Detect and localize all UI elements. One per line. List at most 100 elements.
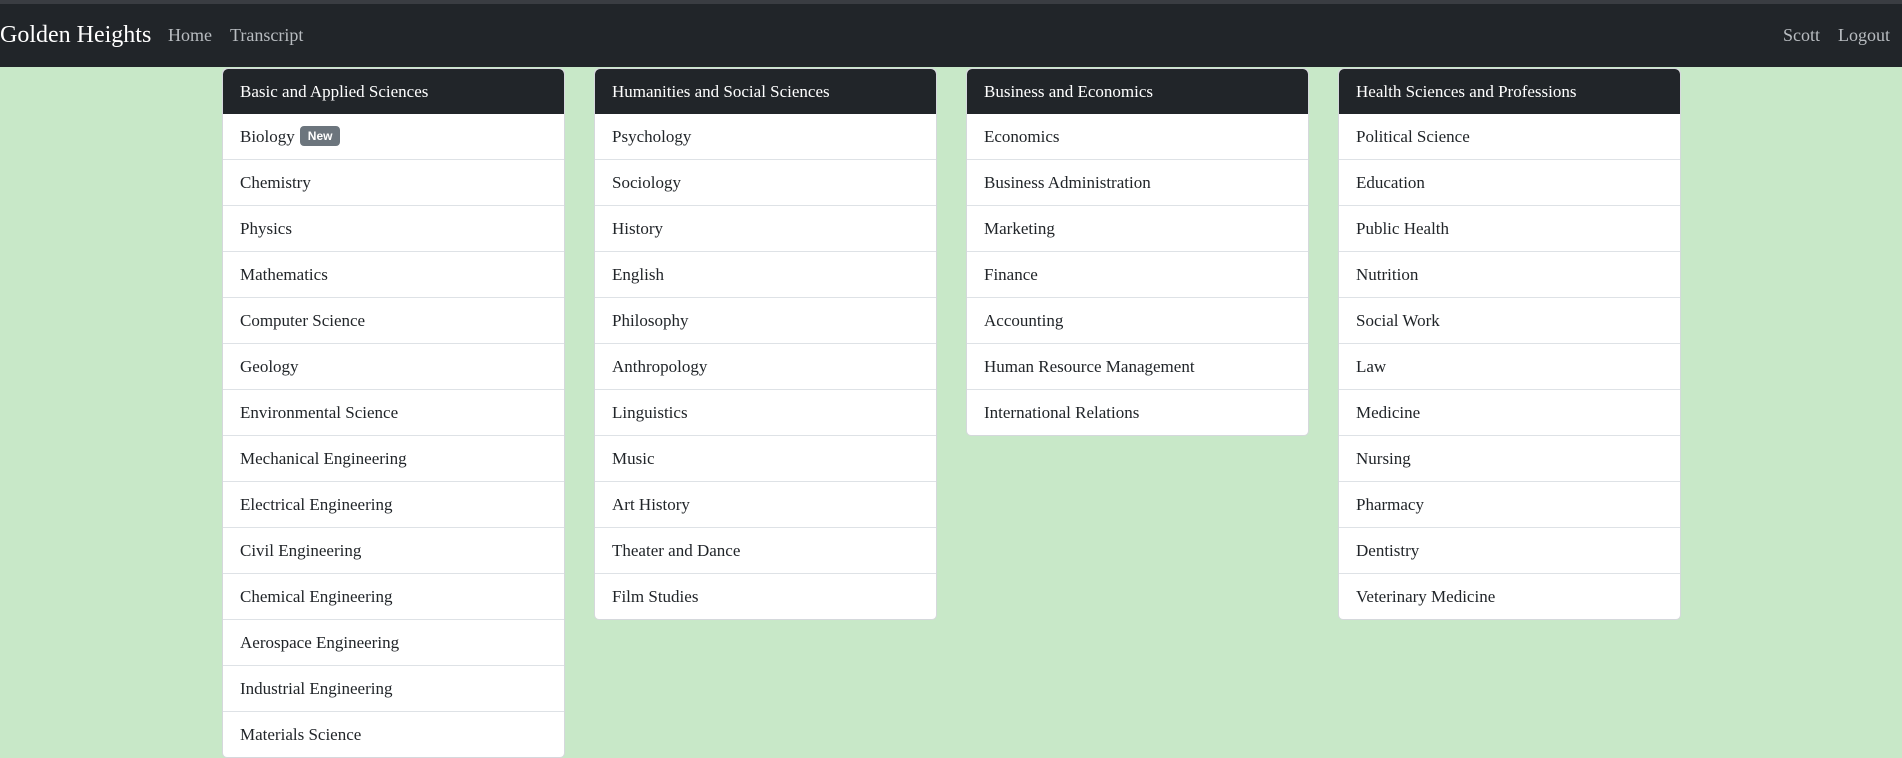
program-item-label: Physics (240, 219, 292, 238)
program-item-label: Biology (240, 127, 295, 146)
category-card-health-sciences-and-professions: Health Sciences and Professions Political… (1338, 68, 1681, 620)
program-item-economics[interactable]: Economics (967, 114, 1308, 159)
category-card-basic-and-applied-sciences: Basic and Applied Sciences Biology New Chem… (222, 68, 565, 758)
program-item-label: Human Resource Management (984, 357, 1195, 376)
program-item-industrial-engineering[interactable]: Industrial Engineering (223, 665, 564, 711)
program-item-label: Film Studies (612, 587, 699, 606)
category-card-header: Health Sciences and Professions (1339, 69, 1680, 114)
program-item-label: Medicine (1356, 403, 1421, 422)
program-item-marketing[interactable]: Marketing (967, 205, 1308, 251)
program-item-psychology[interactable]: Psychology (595, 114, 936, 159)
program-item-label: Mathematics (240, 265, 328, 284)
program-item-nutrition[interactable]: Nutrition (1339, 251, 1680, 297)
nav-home-link[interactable]: Home (168, 25, 212, 46)
program-item-geology[interactable]: Geology (223, 343, 564, 389)
program-item-label: Art History (612, 495, 690, 514)
program-item-materials-science[interactable]: Materials Science (223, 711, 564, 757)
category-card-header: Humanities and Social Sciences (595, 69, 936, 114)
program-item-label: Social Work (1356, 311, 1440, 330)
program-item-label: Materials Science (240, 725, 362, 744)
program-item-label: Veterinary Medicine (1356, 587, 1496, 606)
program-item-education[interactable]: Education (1339, 159, 1680, 205)
program-item-label: Anthropology (612, 357, 708, 376)
program-item-label: Computer Science (240, 311, 366, 330)
program-item-label: Chemistry (240, 173, 311, 192)
program-item-label: Sociology (612, 173, 681, 192)
program-item-electrical-engineering[interactable]: Electrical Engineering (223, 481, 564, 527)
program-item-label: Philosophy (612, 311, 689, 330)
category-card-business-and-economics: Business and Economics Economics Business … (966, 68, 1309, 436)
program-item-chemical-engineering[interactable]: Chemical Engineering (223, 573, 564, 619)
program-item-philosophy[interactable]: Philosophy (595, 297, 936, 343)
program-item-business-administration[interactable]: Business Administration (967, 159, 1308, 205)
program-item-veterinary-medicine[interactable]: Veterinary Medicine (1339, 573, 1680, 619)
program-item-label: Economics (984, 127, 1060, 146)
program-item-theater-and-dance[interactable]: Theater and Dance (595, 527, 936, 573)
program-item-english[interactable]: English (595, 251, 936, 297)
program-item-music[interactable]: Music (595, 435, 936, 481)
program-item-social-work[interactable]: Social Work (1339, 297, 1680, 343)
program-item-label: Accounting (984, 311, 1064, 330)
program-item-dentistry[interactable]: Dentistry (1339, 527, 1680, 573)
nav-transcript-link[interactable]: Transcript (230, 25, 303, 46)
program-item-political-science[interactable]: Political Science (1339, 114, 1680, 159)
program-categories: Basic and Applied Sciences Biology New Chem… (222, 68, 1681, 758)
program-item-aerospace-engineering[interactable]: Aerospace Engineering (223, 619, 564, 665)
program-item-label: Political Science (1356, 127, 1470, 146)
nav-user-area: Scott Logout (1765, 25, 1890, 46)
new-badge: New (299, 126, 341, 146)
program-item-label: Nursing (1356, 449, 1411, 468)
program-item-linguistics[interactable]: Linguistics (595, 389, 936, 435)
program-item-public-health[interactable]: Public Health (1339, 205, 1680, 251)
program-item-label: Finance (984, 265, 1038, 284)
program-item-label: History (612, 219, 663, 238)
program-item-medicine[interactable]: Medicine (1339, 389, 1680, 435)
program-item-label: English (612, 265, 664, 284)
user-name-link[interactable]: Scott (1783, 25, 1820, 46)
program-item-sociology[interactable]: Sociology (595, 159, 936, 205)
category-card-humanities-and-social-sciences: Humanities and Social Sciences Psychology… (594, 68, 937, 620)
program-item-art-history[interactable]: Art History (595, 481, 936, 527)
program-item-label: Civil Engineering (240, 541, 362, 560)
program-item-label: Law (1356, 357, 1387, 376)
brand-link[interactable]: Golden Heights (0, 22, 151, 49)
program-item-mathematics[interactable]: Mathematics (223, 251, 564, 297)
program-item-label: Industrial Engineering (240, 679, 393, 698)
navbar: Golden Heights Home Transcript Scott Log… (0, 4, 1902, 67)
program-item-label: Public Health (1356, 219, 1450, 238)
program-item-biology[interactable]: Biology New (223, 114, 564, 159)
program-item-label: Electrical Engineering (240, 495, 393, 514)
program-item-label: Linguistics (612, 403, 688, 422)
program-item-label: Education (1356, 173, 1425, 192)
program-item-nursing[interactable]: Nursing (1339, 435, 1680, 481)
program-item-international-relations[interactable]: International Relations (967, 389, 1308, 435)
category-card-header: Basic and Applied Sciences (223, 69, 564, 114)
program-item-history[interactable]: History (595, 205, 936, 251)
program-item-computer-science[interactable]: Computer Science (223, 297, 564, 343)
program-item-anthropology[interactable]: Anthropology (595, 343, 936, 389)
program-item-label: Business Administration (984, 173, 1151, 192)
program-item-human-resource-management[interactable]: Human Resource Management (967, 343, 1308, 389)
program-item-film-studies[interactable]: Film Studies (595, 573, 936, 619)
logout-link[interactable]: Logout (1838, 25, 1890, 46)
program-item-label: Chemical Engineering (240, 587, 393, 606)
program-item-label: Dentistry (1356, 541, 1420, 560)
program-item-environmental-science[interactable]: Environmental Science (223, 389, 564, 435)
program-item-accounting[interactable]: Accounting (967, 297, 1308, 343)
program-item-finance[interactable]: Finance (967, 251, 1308, 297)
program-item-mechanical-engineering[interactable]: Mechanical Engineering (223, 435, 564, 481)
program-item-label: Pharmacy (1356, 495, 1424, 514)
program-item-chemistry[interactable]: Chemistry (223, 159, 564, 205)
program-item-pharmacy[interactable]: Pharmacy (1339, 481, 1680, 527)
category-card-header: Business and Economics (967, 69, 1308, 114)
program-item-law[interactable]: Law (1339, 343, 1680, 389)
program-item-label: International Relations (984, 403, 1140, 422)
program-item-label: Geology (240, 357, 299, 376)
program-item-label: Music (612, 449, 655, 468)
program-item-civil-engineering[interactable]: Civil Engineering (223, 527, 564, 573)
program-item-label: Psychology (612, 127, 692, 146)
program-item-label: Environmental Science (240, 403, 399, 422)
program-item-physics[interactable]: Physics (223, 205, 564, 251)
program-item-label: Aerospace Engineering (240, 633, 400, 652)
program-item-label: Mechanical Engineering (240, 449, 407, 468)
